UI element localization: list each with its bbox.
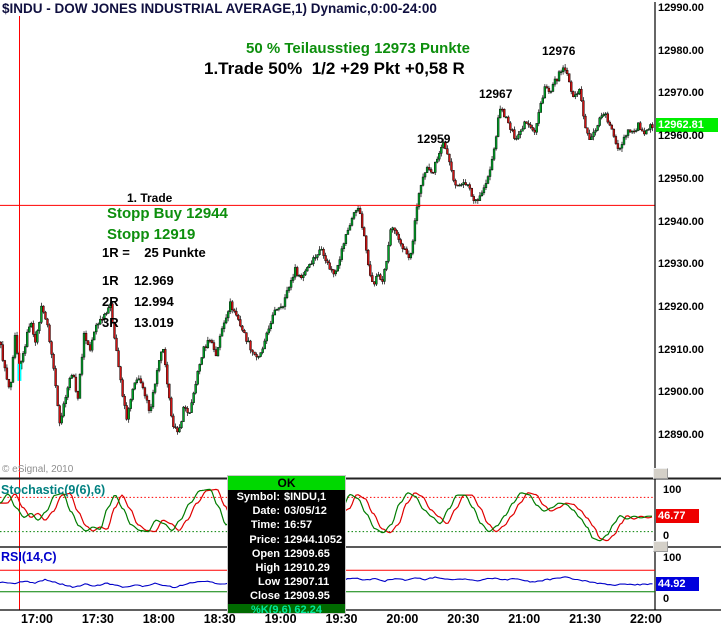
popup-rows: Symbol: $INDU,1 Date: 03/05/12 Time: 16:57 Pri… <box>228 490 345 604</box>
r1-label: 1R <box>102 273 119 288</box>
popup-row-label: Time: <box>250 519 280 532</box>
chart-title: $INDU - DOW JONES INDUSTRIAL AVERAGE,1) … <box>2 1 437 16</box>
popup-row: Time: 16:57 <box>228 518 345 532</box>
popup-row-value: 12909.65 <box>284 547 330 560</box>
r2-label: 2R <box>102 294 119 309</box>
popup-row-label: Symbol: <box>236 491 280 503</box>
popup-row: Symbol: $INDU,1 <box>228 490 345 504</box>
price-axis-label: 12950.00 <box>658 172 704 185</box>
r1-value: 12.969 <box>134 273 174 288</box>
annotation-high-12959: 12959 <box>417 132 451 146</box>
r2-value: 12.994 <box>134 294 174 309</box>
time-axis-label: 22:00 <box>630 612 662 626</box>
r3-label: 3R <box>102 315 119 330</box>
time-axis-label: 18:00 <box>142 612 175 626</box>
popup-row-value: 12910.29 <box>284 561 330 574</box>
popup-stochastic-row: %K(9,6) 62.24 <box>228 603 345 613</box>
price-axis-label: 12980.00 <box>658 44 704 57</box>
popup-ok-button[interactable]: OK <box>228 476 345 490</box>
annotation-high-12976: 12976 <box>542 44 576 58</box>
popup-row-value: 12909.95 <box>284 590 330 603</box>
time-axis-label: 17:00 <box>21 612 53 626</box>
popup-row-label: Close <box>250 590 280 603</box>
annotation-high-12967: 12967 <box>479 87 513 101</box>
annotation-trade-result: 1.Trade 50% 1/2 +29 Pkt +0,58 R <box>204 59 465 78</box>
stochastic-panel-label: Stochastic(9(6),6) <box>1 483 106 497</box>
copyright-watermark: © eSignal, 2010 <box>2 464 74 475</box>
time-axis-label: 19:00 <box>264 612 297 626</box>
popup-row-label: High <box>255 561 280 574</box>
data-window-popup[interactable]: OK Symbol: $INDU,1 Date: 03/05/12 Time: 16:57… <box>227 475 346 614</box>
pane-splitter-handle[interactable] <box>653 541 668 552</box>
time-axis-label: 21:00 <box>508 612 541 626</box>
popup-row-value: 03/05/12 <box>284 505 327 518</box>
price-axis-label: 12940.00 <box>658 215 704 228</box>
popup-row-value: 12944.1052 <box>284 533 343 546</box>
annotation-r1: 1R 12.969 <box>102 273 174 288</box>
time-axis-label: 20:00 <box>386 612 419 626</box>
popup-row-label: Date: <box>252 505 280 518</box>
popup-row-label: Low <box>258 576 280 589</box>
annotation-r2: 2R 12.994 <box>102 294 174 309</box>
price-axis-label: 12900.00 <box>658 386 704 399</box>
annotation-teilausstieg: 50 % Teilausstieg 12973 Punkte <box>246 40 470 57</box>
popup-row: High 12910.29 <box>228 561 345 575</box>
time-axis-label: 19:30 <box>325 612 358 626</box>
popup-row-label: Open <box>251 547 280 560</box>
pane-splitter-handle[interactable] <box>653 468 668 479</box>
candlestick-series[interactable] <box>0 64 654 435</box>
stoch-scale-100: 100 <box>663 484 682 496</box>
popup-row: Price: 12944.1052 <box>228 533 345 547</box>
annotation-r-definition: 1R = 25 Punkte <box>102 245 206 260</box>
popup-row: Low 12907.11 <box>228 575 345 589</box>
time-axis-label: 21:30 <box>569 612 602 626</box>
stochastic-value-badge: 46.77 <box>656 509 699 524</box>
rsi-value-badge: 44.92 <box>656 576 699 591</box>
price-axis-label: 12960.00 <box>658 130 704 143</box>
popup-row: Date: 03/05/12 <box>228 504 345 518</box>
rsi-scale-100: 100 <box>663 552 682 564</box>
rsi-scale-0: 0 <box>663 593 670 605</box>
time-axis-label: 17:30 <box>81 612 114 626</box>
popup-row-label: Price: <box>249 533 280 546</box>
popup-row-value: $INDU,1 <box>284 491 327 503</box>
price-axis-label: 12890.00 <box>658 429 704 441</box>
price-axis-label: 12920.00 <box>658 300 704 313</box>
chart-window: $INDU - DOW JONES INDUSTRIAL AVERAGE,1) … <box>0 0 721 633</box>
annotation-stopp-buy: Stopp Buy 12944 <box>107 205 228 222</box>
annotation-stopp: Stopp 12919 <box>107 226 196 243</box>
time-axis-label: 20:30 <box>447 612 480 626</box>
price-axis-label: 12910.00 <box>658 343 704 356</box>
rsi-panel-label: RSI(14,C) <box>1 550 57 564</box>
price-axis-label: 12930.00 <box>658 258 704 271</box>
price-axis-label: 12990.00 <box>658 2 704 14</box>
annotation-r3: 3R 13.019 <box>102 315 174 330</box>
popup-row: Open 12909.65 <box>228 547 345 561</box>
r3-value: 13.019 <box>134 315 174 330</box>
popup-row-value: 16:57 <box>284 519 313 532</box>
popup-row: Close 12909.95 <box>228 589 345 603</box>
time-axis-label: 18:30 <box>203 612 236 626</box>
popup-row-value: 12907.11 <box>284 576 330 589</box>
annotation-trade-label: 1. Trade <box>127 191 173 205</box>
price-axis-label: 12970.00 <box>658 87 704 100</box>
